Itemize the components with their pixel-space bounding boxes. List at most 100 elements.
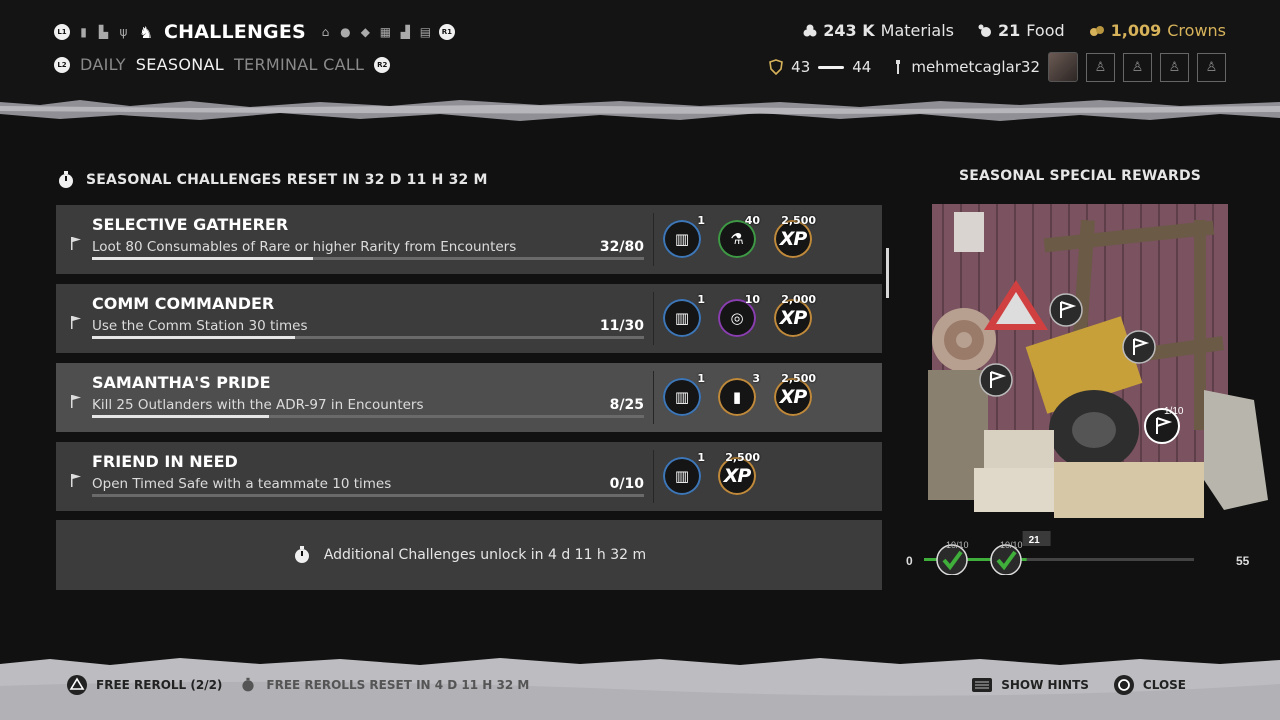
reward-item[interactable]: ▥ 1: [663, 293, 705, 337]
current-progress-value: 21: [1029, 535, 1041, 546]
flag-icon: [71, 316, 81, 329]
reward-qty: 2,000: [781, 293, 816, 306]
avatar[interactable]: [1048, 52, 1078, 82]
challenge-progress-fill: [92, 257, 313, 260]
food-value: 21: [998, 21, 1021, 40]
free-reroll-button[interactable]: FREE REROLL (2/2): [66, 674, 222, 696]
challenge-description: Open Timed Safe with a teammate 10 times: [92, 476, 392, 492]
tab-seasonal[interactable]: SEASONAL: [136, 55, 224, 74]
challenge-description: Use the Comm Station 30 times: [92, 318, 308, 334]
notebook-icon[interactable]: ▮: [77, 25, 90, 39]
challenge-progress-text: 0/10: [609, 476, 644, 492]
image-milestone-label: 1/10: [1164, 406, 1184, 417]
reward-item[interactable]: XP 2,500: [774, 372, 816, 416]
challenges-icon: ♞: [138, 22, 154, 42]
challenge-card-selective-gatherer[interactable]: SELECTIVE GATHERER Loot 80 Consumables o…: [56, 205, 882, 274]
xp-icon: XP: [723, 465, 752, 487]
junk-pile-illustration: 1/10: [928, 204, 1268, 518]
stats-icon[interactable]: ▟: [399, 25, 412, 39]
person-icon: ♙: [1205, 59, 1218, 75]
challenge-description: Loot 80 Consumables of Rare or higher Ra…: [92, 239, 517, 255]
party-slot-4[interactable]: ♙: [1197, 52, 1226, 82]
reward-qty: 2,500: [781, 214, 816, 227]
divider: [653, 213, 654, 266]
food-icon: [978, 24, 991, 37]
triangle-button-icon: [67, 675, 87, 695]
footer-right: SHOW HINTS CLOSE: [971, 674, 1186, 696]
reward-item[interactable]: ▥ 1: [663, 451, 705, 495]
divider: [653, 450, 654, 503]
special-rewards-title: SEASONAL SPECIAL REWARDS: [958, 168, 1202, 184]
home-icon[interactable]: ⌂: [319, 25, 332, 39]
touchpad-icon: [972, 678, 993, 692]
reward-flag-marker[interactable]: [1122, 330, 1156, 364]
challenge-title: SELECTIVE GATHERER: [92, 215, 289, 234]
page-title: CHALLENGES: [164, 21, 306, 43]
crowns-icon: [1089, 25, 1104, 36]
show-hints-button[interactable]: SHOW HINTS: [971, 677, 1089, 693]
category-nav: L1 ▮ ▙ ψ ♞ CHALLENGES ⌂ ● ◆ ▦ ▟ ▤ R1: [54, 16, 455, 48]
reward-item[interactable]: ▮ 3: [718, 372, 760, 416]
challenge-progress-text: 8/25: [609, 397, 644, 413]
party-slot-1[interactable]: ♙: [1086, 52, 1115, 82]
reward-flag-marker[interactable]: [1049, 293, 1083, 327]
l2-button-icon[interactable]: L2: [54, 56, 70, 73]
trident-icon[interactable]: ψ: [117, 25, 130, 39]
divider: [653, 292, 654, 345]
stopwatch-icon: [294, 546, 309, 563]
crowns-value: 1,009: [1110, 21, 1162, 40]
reward-item[interactable]: ▥ 1: [663, 214, 705, 258]
challenge-title: FRIEND IN NEED: [92, 452, 238, 471]
reward-item[interactable]: ▥ 1: [663, 372, 705, 416]
torn-paper-divider: [0, 100, 1280, 121]
challenge-card-samanthas-pride[interactable]: SAMANTHA'S PRIDE Kill 25 Outlanders with…: [56, 363, 882, 432]
party-slot-2[interactable]: ♙: [1123, 52, 1152, 82]
challenge-progress-bar: [92, 336, 644, 339]
username: mehmetcaglar32: [911, 58, 1040, 76]
reward-qty: 3: [752, 372, 760, 385]
challenge-progress-bar: [92, 494, 644, 497]
reward-flag-marker[interactable]: [979, 363, 1013, 397]
challenge-progress-fill: [92, 336, 295, 339]
stopwatch-icon: [242, 677, 255, 692]
party-slot-3[interactable]: ♙: [1160, 52, 1189, 82]
reward-qty: 10: [744, 293, 760, 306]
scrollbar[interactable]: [886, 248, 889, 298]
flag-icon: [71, 395, 81, 408]
reward-qty: 1: [697, 372, 705, 385]
building-icon[interactable]: ▙: [97, 25, 110, 39]
reward-item[interactable]: ◎ 10: [718, 293, 760, 337]
reward-item[interactable]: XP 2,000: [774, 293, 816, 337]
challenge-description: Kill 25 Outlanders with the ADR-97 in En…: [92, 397, 424, 413]
mail-icon[interactable]: ▤: [419, 25, 432, 39]
helmet-icon[interactable]: ●: [339, 25, 352, 39]
reward-qty: 1: [697, 293, 705, 306]
reroll-reset-text: FREE REROLLS RESET IN 4 D 11 H 32 M: [266, 678, 530, 692]
r1-button-icon[interactable]: R1: [438, 24, 455, 40]
reward-item[interactable]: ⚗ 40: [718, 214, 760, 258]
person-icon: ♙: [1131, 59, 1144, 75]
armor-crate-icon: ▥: [674, 388, 690, 406]
materials-value: 243 K: [823, 21, 875, 40]
reward-qty: 1: [697, 451, 705, 464]
l1-button-icon[interactable]: L1: [54, 24, 70, 40]
tab-terminal-call[interactable]: TERMINAL CALL: [234, 55, 364, 74]
seasonal-reset-text: SEASONAL CHALLENGES RESET IN 32 D 11 H 3…: [86, 172, 488, 188]
cube-icon[interactable]: ◆: [359, 25, 372, 39]
milestone-2-label: 10/10: [1000, 540, 1023, 550]
close-label: CLOSE: [1142, 678, 1186, 692]
materials-icon: [803, 24, 817, 36]
player-info: 43 44 mehmetcaglar32 ♙ ♙ ♙ ♙: [769, 52, 1226, 82]
challenge-card-friend-in-need[interactable]: FRIEND IN NEED Open Timed Safe with a te…: [56, 442, 882, 511]
reward-item[interactable]: XP 2,500: [774, 214, 816, 258]
milestone-1-label: 10/10: [946, 540, 969, 550]
materials-crate-icon: ▥: [674, 309, 690, 327]
map-grid-icon[interactable]: ▦: [379, 25, 392, 39]
tab-daily[interactable]: DAILY: [80, 55, 126, 74]
r2-button-icon[interactable]: R2: [374, 56, 391, 73]
crowns-label: Crowns: [1167, 21, 1226, 40]
reward-item[interactable]: XP 2,500: [718, 451, 760, 495]
challenge-progress-text: 32/80: [599, 239, 644, 255]
challenge-card-comm-commander[interactable]: COMM COMMANDER Use the Comm Station 30 t…: [56, 284, 882, 353]
close-button[interactable]: CLOSE: [1113, 674, 1186, 696]
